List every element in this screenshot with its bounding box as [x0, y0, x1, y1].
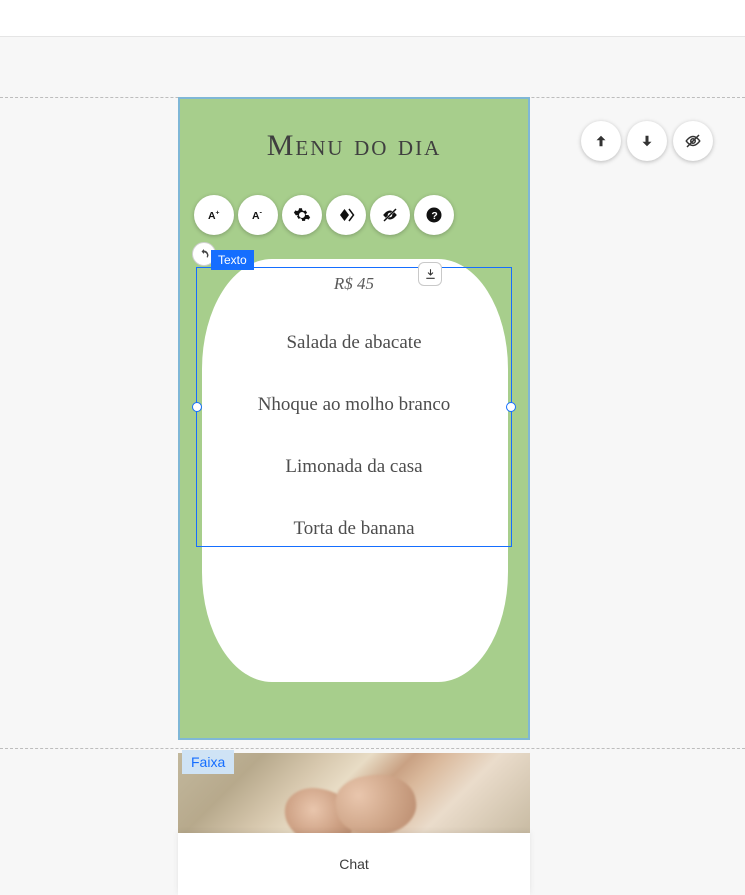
element-toolbar: A+ A- ?: [194, 195, 454, 235]
menu-item[interactable]: Nhoque ao molho branco: [258, 394, 451, 416]
visibility-button[interactable]: [370, 195, 410, 235]
undo-icon: [198, 248, 210, 260]
settings-button[interactable]: [282, 195, 322, 235]
chat-label: Chat: [339, 856, 369, 872]
help-button[interactable]: ?: [414, 195, 454, 235]
svg-text:?: ?: [431, 210, 437, 222]
download-icon: [424, 268, 437, 281]
help-icon: ?: [425, 206, 443, 224]
animations-button[interactable]: [326, 195, 366, 235]
animations-icon: [337, 206, 355, 224]
font-decrease-button[interactable]: A-: [238, 195, 278, 235]
arrow-up-icon: [592, 132, 610, 150]
menu-title[interactable]: Menu do dia: [180, 129, 528, 163]
hide-section-button[interactable]: [673, 121, 713, 161]
resize-handle-left[interactable]: [192, 402, 202, 412]
eye-off-icon: [684, 132, 702, 150]
font-decrease-icon: A-: [249, 206, 267, 224]
strip-label: Faixa: [182, 750, 234, 774]
menu-item[interactable]: Limonada da casa: [285, 456, 422, 478]
gear-icon: [293, 206, 311, 224]
font-increase-icon: A+: [205, 206, 223, 224]
top-bar: [0, 0, 745, 37]
font-increase-button[interactable]: A+: [194, 195, 234, 235]
menu-price[interactable]: R$ 45: [334, 274, 374, 294]
chat-button[interactable]: Chat: [178, 833, 530, 895]
move-down-button[interactable]: [627, 121, 667, 161]
section-divider-bottom: [0, 748, 745, 749]
canvas-area: Menu do dia A+ A- ? Texto R$ 45: [0, 37, 745, 59]
arrow-down-icon: [638, 132, 656, 150]
eye-off-icon: [381, 206, 399, 224]
text-selection-box[interactable]: R$ 45 Salada de abacate Nhoque ao molho …: [196, 267, 512, 547]
svg-text:-: -: [260, 207, 263, 216]
menu-item[interactable]: Torta de banana: [293, 518, 414, 540]
download-button[interactable]: [418, 262, 442, 286]
resize-handle-right[interactable]: [506, 402, 516, 412]
section-controls: [581, 121, 713, 161]
svg-text:+: +: [216, 209, 220, 216]
selection-label: Texto: [211, 250, 254, 270]
menu-item[interactable]: Salada de abacate: [286, 332, 421, 354]
move-up-button[interactable]: [581, 121, 621, 161]
